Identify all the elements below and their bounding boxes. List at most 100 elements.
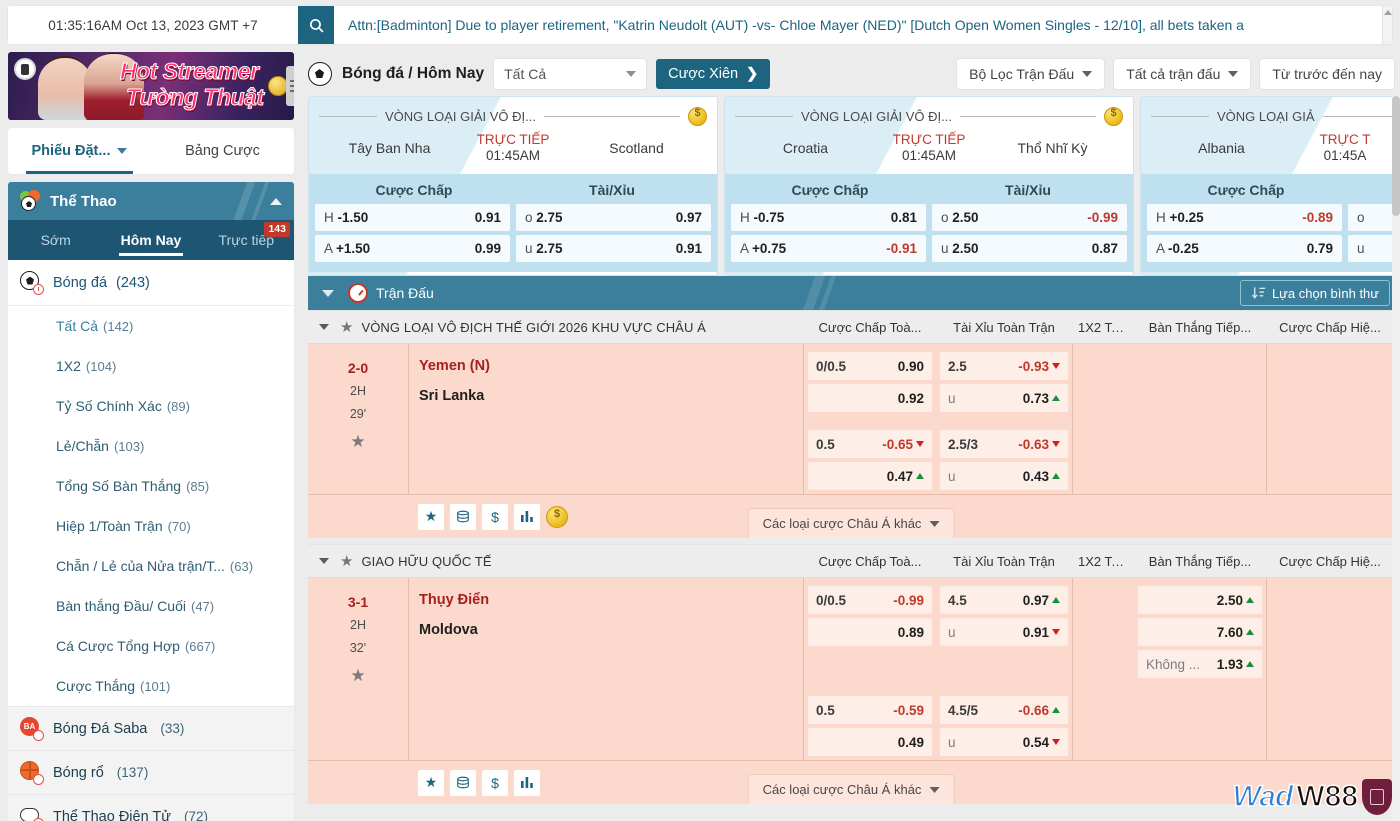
chevron-up-icon[interactable] — [270, 197, 282, 205]
coin-icon[interactable] — [546, 505, 568, 528]
stack-icon[interactable] — [450, 769, 476, 796]
promo-banner[interactable]: Hot Streamer Tường Thuật — [8, 52, 294, 120]
match-teams[interactable]: Yemen (N) Sri Lanka — [408, 344, 803, 494]
sidebar-subitem-first-last-goal[interactable]: Bàn thắng Đầu/ Cuối (47) — [8, 586, 294, 626]
coin-icon[interactable] — [688, 107, 707, 126]
sidebar-subitem-mix-parlay[interactable]: Cá Cược Tổng Hợp (667) — [8, 626, 294, 666]
odds-cell-over[interactable]: o 2.50 -0.99 — [932, 204, 1127, 231]
scrollbar-thumb[interactable] — [1392, 96, 1400, 216]
card-league-name: VÒNG LOẠI GIẢI VÔ ĐỊ... — [801, 109, 952, 124]
dollar-icon[interactable]: $ — [482, 503, 508, 530]
odds-cell[interactable]: 0.49 — [808, 728, 932, 756]
all-filter-select[interactable]: Tất Cả — [494, 59, 647, 89]
match-filter-select[interactable]: Bộ Lọc Trận Đấu — [957, 59, 1105, 89]
more-asian-odds-button[interactable]: Các loại cược Châu Á khác — [747, 508, 955, 538]
odds-cell[interactable]: 0.5 -0.65 — [808, 430, 932, 458]
featured-card[interactable]: VÒNG LOẠI GIẢ Albania TRỰC T 01:45A Cược… — [1140, 96, 1400, 276]
tab-bet-list[interactable]: Bảng Cược — [151, 128, 294, 174]
sidebar-subitem-count: (142) — [103, 318, 134, 334]
stats-icon[interactable] — [514, 503, 540, 530]
sidebar-item-football[interactable]: Bóng đá (243) — [8, 260, 294, 306]
odds-cell[interactable]: 0.5 -0.59 — [808, 696, 932, 724]
sidebar-subitem-total-goals[interactable]: Tổng Số Bàn Thắng (85) — [8, 466, 294, 506]
odds-cell[interactable]: 2.50 — [1138, 586, 1262, 614]
star-icon[interactable]: ★ — [418, 503, 444, 530]
time-range-select[interactable]: Từ trước đến nay — [1260, 59, 1394, 89]
tab-today[interactable]: Hôm Nay — [103, 220, 198, 260]
stack-icon[interactable] — [450, 503, 476, 530]
announcement-ticker[interactable]: Attn:[Badminton] Due to player retiremen… — [334, 17, 1382, 33]
odds-cell-away-handicap[interactable]: A -0.25 0.79 — [1147, 235, 1342, 262]
chevron-down-icon — [1228, 71, 1239, 77]
sidebar-item-basketball[interactable]: Bóng rổ (137) — [8, 750, 294, 794]
sidebar-subitem-1x2[interactable]: 1X2 (104) — [8, 346, 294, 386]
sports-panel-header[interactable]: Thể Thao — [8, 182, 294, 220]
odds-cell[interactable]: 0.92 — [808, 384, 932, 412]
league-collapse-toggle[interactable] — [308, 558, 340, 564]
sidebar-subitem-odd-even[interactable]: Lẻ/Chẵn (103) — [8, 426, 294, 466]
ou-odd: 0.91 — [675, 241, 702, 256]
tab-live[interactable]: Trực tiếp 143 — [199, 220, 294, 260]
star-icon[interactable]: ★ — [340, 318, 353, 336]
main-scrollbar[interactable] — [1392, 96, 1400, 821]
odds-cell[interactable]: 0.47 — [808, 462, 932, 490]
odds-cell[interactable]: u 0.43 — [940, 462, 1068, 490]
stats-icon[interactable] — [514, 769, 540, 796]
odds-cell[interactable]: 0.89 — [808, 618, 932, 646]
odds-cell-under[interactable]: u 2.50 0.87 — [932, 235, 1127, 262]
league-collapse-toggle[interactable] — [308, 324, 340, 330]
sidebar-item-football-label: Bóng đá — [53, 274, 108, 291]
card-league-row: VÒNG LOẠI GIẢI VÔ ĐỊ... — [309, 97, 717, 128]
odds-cell[interactable]: u 0.54 — [940, 728, 1068, 756]
odds-cell-home-handicap[interactable]: H -1.50 0.91 — [315, 204, 510, 231]
odds-cell-home-handicap[interactable]: H +0.25 -0.89 — [1147, 204, 1342, 231]
star-icon[interactable]: ★ — [340, 552, 353, 570]
odds-cell[interactable]: u 0.91 — [940, 618, 1068, 646]
sidebar-subitem-outright[interactable]: Cược Thắng (101) — [8, 666, 294, 706]
sidebar-subitem-half-odd-even[interactable]: Chẵn / Lẻ của Nửa trận/T... (63) — [8, 546, 294, 586]
match-teams[interactable]: Thụy Điển Moldova — [408, 578, 803, 760]
odds-cell-home-handicap[interactable]: H -0.75 0.81 — [731, 204, 926, 231]
sidebar-item-label: Bóng rổ — [53, 764, 104, 781]
odds-cell[interactable]: 4.5/5 -0.66 — [940, 696, 1068, 724]
collapse-all-toggle[interactable] — [308, 289, 348, 297]
tab-betslip[interactable]: Phiếu Đặt... — [8, 128, 151, 174]
sidebar-item-esports[interactable]: Thể Thao Điện Tử (72) — [8, 794, 294, 821]
featured-card[interactable]: VÒNG LOẠI GIẢI VÔ ĐỊ... Tây Ban Nha TRỰC… — [308, 96, 718, 276]
star-icon[interactable]: ★ — [418, 769, 444, 796]
announcement-scrollbar[interactable] — [1382, 6, 1392, 44]
odds-cell-over[interactable]: o 2.75 0.97 — [516, 204, 711, 231]
sidebar-subitem-label: 1X2 — [56, 358, 81, 374]
favorite-star-icon[interactable]: ★ — [308, 666, 408, 686]
coin-icon[interactable] — [1104, 107, 1123, 126]
odds-cell[interactable]: u 0.73 — [940, 384, 1068, 412]
more-asian-odds-button[interactable]: Các loại cược Châu Á khác — [747, 774, 955, 804]
sidebar-subitem-all[interactable]: Tất Cả (142) — [8, 306, 294, 346]
sidebar-subitem-ht-ft[interactable]: Hiệp 1/Toàn Trận (70) — [8, 506, 294, 546]
sidebar-subitem-correct-score[interactable]: Tỷ Số Chính Xác (89) — [8, 386, 294, 426]
odds-value: 0.49 — [897, 734, 924, 750]
favorite-star-icon[interactable]: ★ — [308, 432, 408, 452]
odds-cell[interactable]: 2.5/3 -0.63 — [940, 430, 1068, 458]
search-icon[interactable] — [298, 6, 334, 44]
featured-card[interactable]: VÒNG LOẠI GIẢI VÔ ĐỊ... Croatia TRỰC TIẾ… — [724, 96, 1134, 276]
odds-cell[interactable]: 0/0.5 0.90 — [808, 352, 932, 380]
hdp-side: H — [740, 210, 750, 225]
odds-cell[interactable]: Không ... 1.93 — [1138, 650, 1262, 678]
all-matches-select[interactable]: Tất cả trận đấu — [1114, 59, 1251, 89]
tab-early[interactable]: Sớm — [8, 220, 103, 260]
dollar-icon[interactable]: $ — [482, 769, 508, 796]
odds-cell[interactable]: 7.60 — [1138, 618, 1262, 646]
chevron-down-icon — [929, 786, 940, 793]
odds-cell[interactable]: 2.5 -0.93 — [940, 352, 1068, 380]
odds-cell[interactable]: 4.5 0.97 — [940, 586, 1068, 614]
odds-cell-away-handicap[interactable]: A +0.75 -0.91 — [731, 235, 926, 262]
odds-cell-under[interactable]: u 2.75 0.91 — [516, 235, 711, 262]
parlay-button[interactable]: Cược Xiên ❯ — [656, 59, 771, 89]
sort-options-button[interactable]: Lựa chọn bình thư — [1239, 280, 1390, 306]
odds-cell-away-handicap[interactable]: A +1.50 0.99 — [315, 235, 510, 262]
sidebar-item-saba-football[interactable]: BA Bóng Đá Saba (33) — [8, 706, 294, 750]
promo-drag-handle[interactable] — [286, 66, 294, 106]
league-name: GIAO HỮU QUỐC TẾ — [361, 553, 492, 569]
odds-cell[interactable]: 0/0.5 -0.99 — [808, 586, 932, 614]
